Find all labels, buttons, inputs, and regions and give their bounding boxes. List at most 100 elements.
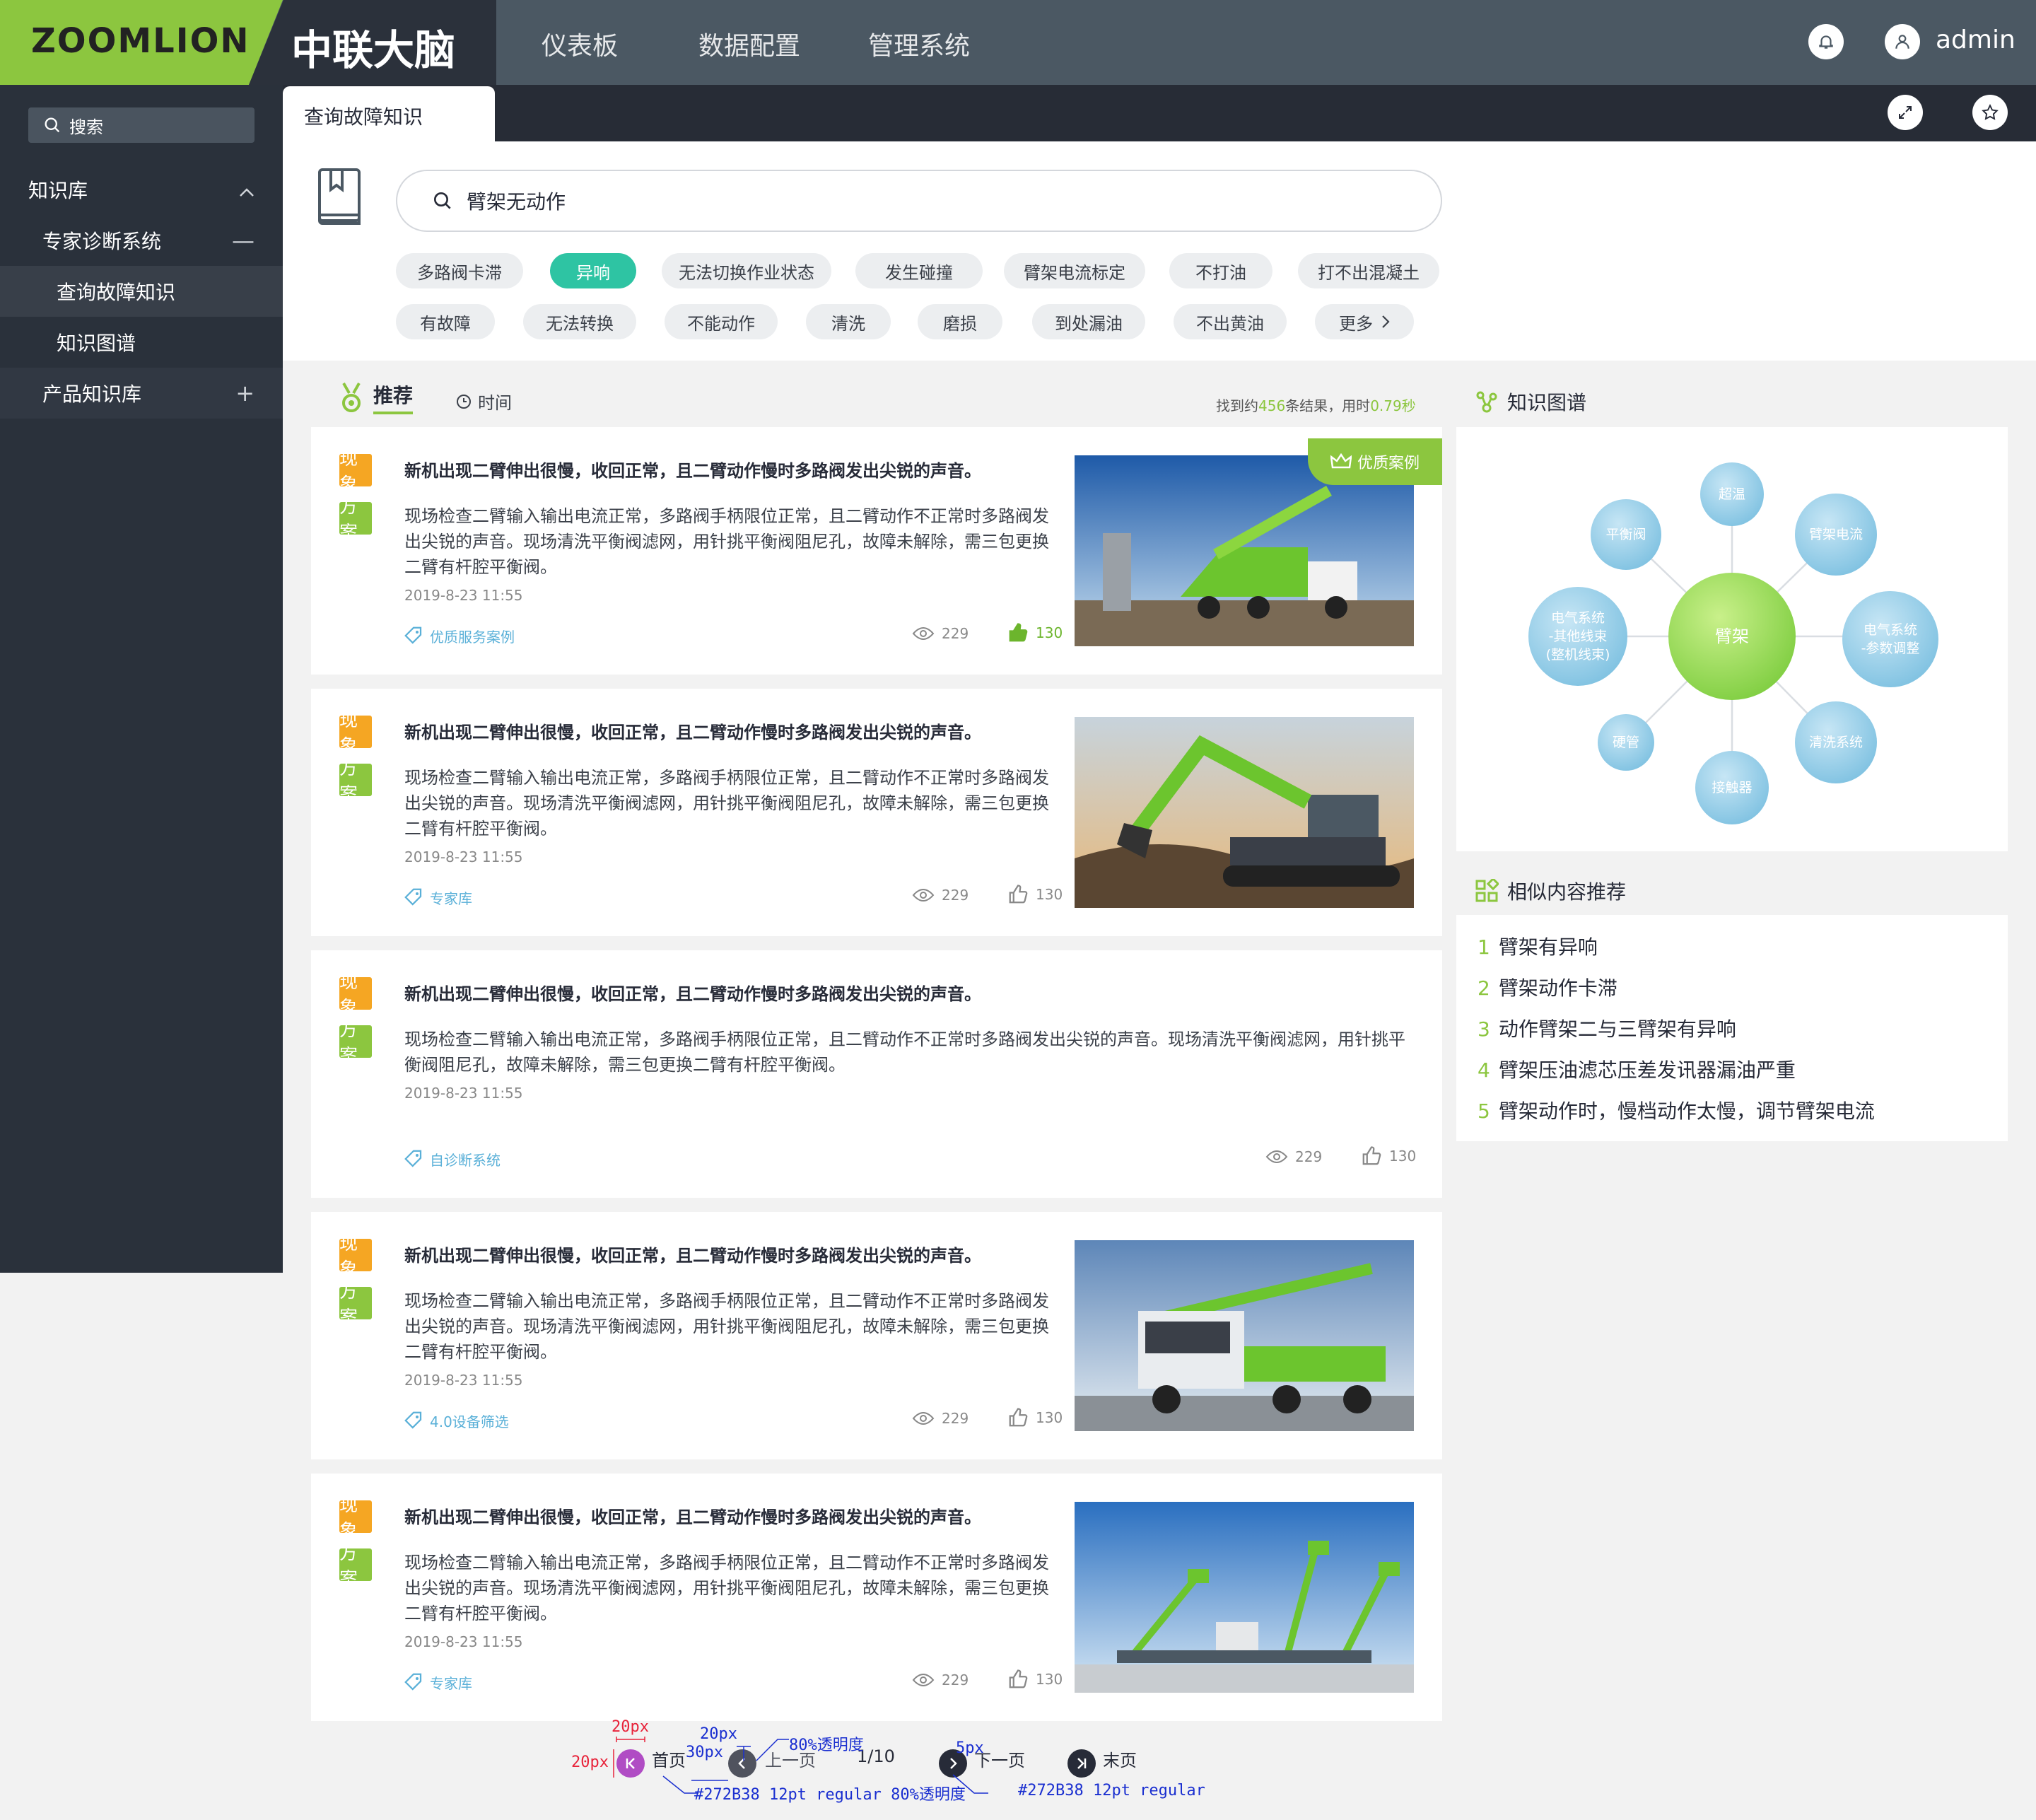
tag-chip[interactable]: 不打油	[1169, 253, 1272, 288]
tag-chip[interactable]: 多路阀卡滞	[396, 253, 523, 288]
tag-chip[interactable]: 不能动作	[665, 304, 778, 339]
sort-recommend[interactable]: 推荐	[339, 380, 414, 414]
like-button[interactable]: 130	[1007, 1407, 1063, 1428]
graph-node[interactable]: 超温	[1700, 462, 1764, 526]
result-card[interactable]: 现象 新机出现二臂伸出很慢，收回正常，且二臂动作慢时多路阀发出尖锐的声音。 方案 现场…	[311, 950, 1442, 1198]
card-date: 2019-8-23 11:55	[404, 1372, 523, 1389]
similar-title: 相似内容推荐	[1507, 880, 1627, 904]
card-title[interactable]: 新机出现二臂伸出很慢，收回正常，且二臂动作慢时多路阀发出尖锐的声音。	[404, 980, 981, 1005]
sidebar-item-knowledge-graph[interactable]: 知识图谱	[0, 317, 283, 368]
graph-node[interactable]: 臂架电流	[1795, 494, 1877, 576]
spec-annotation: 80%透明度	[789, 1737, 864, 1754]
nav-data-config[interactable]: 数据配置	[698, 25, 800, 62]
like-count-value: 130	[1036, 886, 1063, 903]
like-button[interactable]: 130	[1007, 1669, 1063, 1690]
graph-node-center[interactable]: 臂架	[1668, 573, 1796, 700]
card-category-tag[interactable]: 专家库	[403, 887, 472, 908]
result-card[interactable]: 现象 新机出现二臂伸出很慢，收回正常，且二臂动作慢时多路阀发出尖锐的声音。 方案 现场…	[311, 427, 1442, 675]
star-icon[interactable]	[1972, 95, 2008, 130]
eye-icon	[912, 1674, 935, 1686]
graph-node[interactable]: 电气系统 -其他线束 (整机线束)	[1528, 587, 1627, 686]
like-button[interactable]: 130	[1361, 1145, 1416, 1167]
result-card[interactable]: 现象 新机出现二臂伸出很慢，收回正常，且二臂动作慢时多路阀发出尖锐的声音。 方案 现场…	[311, 689, 1442, 936]
tag-chip[interactable]: 不出黄油	[1174, 304, 1287, 339]
fullscreen-icon[interactable]	[1888, 95, 1923, 130]
card-title[interactable]: 新机出现二臂伸出很慢，收回正常，且二臂动作慢时多路阀发出尖锐的声音。	[404, 457, 981, 482]
sidebar-item-expert-diagnosis[interactable]: 专家诊断系统 —	[0, 215, 283, 266]
similar-item[interactable]: 2 臂架动作卡滞	[1478, 973, 1617, 1001]
spec-annotation: 30px	[686, 1744, 723, 1761]
similar-index: 5	[1478, 1099, 1490, 1123]
tag-chip-active[interactable]: 异响	[550, 253, 636, 288]
card-body: 现场检查二臂输入输出电流正常，多路阀手柄限位正常，且二臂动作不正常时多路阀发出尖…	[404, 1291, 1049, 1362]
like-button[interactable]: 130	[1007, 622, 1063, 643]
similar-index: 4	[1478, 1058, 1490, 1082]
graph-icon	[1476, 391, 1497, 413]
similar-item-label: 臂架有异响	[1498, 935, 1598, 959]
similar-index: 3	[1478, 1017, 1490, 1041]
tag-chip[interactable]: 无法转换	[523, 304, 636, 339]
sort-recommend-label: 推荐	[373, 380, 414, 414]
similar-item[interactable]: 1 臂架有异响	[1478, 932, 1598, 960]
nav-admin-system[interactable]: 管理系统	[868, 25, 970, 62]
like-count-value: 130	[1036, 1409, 1063, 1426]
card-image[interactable]	[1075, 1502, 1414, 1693]
sidebar-item-query-fault-knowledge[interactable]: 查询故障知识	[0, 266, 283, 317]
knowledge-graph-title: 知识图谱	[1507, 391, 1587, 414]
card-title[interactable]: 新机出现二臂伸出很慢，收回正常，且二臂动作慢时多路阀发出尖锐的声音。	[404, 1242, 981, 1266]
sidebar-search-input[interactable]: 搜索	[28, 107, 255, 143]
username[interactable]: admin	[1936, 25, 2015, 54]
graph-node[interactable]: 电气系统 -参数调整	[1842, 591, 1938, 687]
notification-bell-icon[interactable]	[1808, 24, 1844, 59]
card-category-label: 4.0设备筛选	[430, 1413, 509, 1430]
similar-index: 2	[1478, 976, 1490, 1000]
like-count-value: 130	[1036, 1671, 1063, 1688]
tag-chip[interactable]: 无法切换作业状态	[662, 253, 831, 288]
like-button[interactable]: 130	[1007, 884, 1063, 905]
tag-chip[interactable]: 打不出混凝土	[1298, 253, 1439, 288]
sidebar-item-product-knowledge[interactable]: 产品知识库 +	[0, 368, 283, 419]
result-card[interactable]: 现象 新机出现二臂伸出很慢，收回正常，且二臂动作慢时多路阀发出尖锐的声音。 方案 现场…	[311, 1212, 1442, 1459]
sort-time[interactable]: 时间	[455, 389, 512, 414]
tag-chip[interactable]: 有故障	[396, 304, 495, 339]
card-title[interactable]: 新机出现二臂伸出很慢，收回正常，且二臂动作慢时多路阀发出尖锐的声音。	[404, 1503, 981, 1528]
view-count: 229	[912, 1410, 969, 1427]
similar-item[interactable]: 4 臂架压油滤芯压差发讯器漏油严重	[1478, 1055, 1796, 1083]
book-icon	[318, 168, 361, 225]
more-tags-button[interactable]: 更多	[1315, 304, 1414, 339]
card-image[interactable]	[1075, 717, 1414, 908]
main-search-input[interactable]: 臂架无动作	[396, 170, 1442, 232]
search-icon	[434, 192, 451, 209]
card-category-tag[interactable]: 4.0设备筛选	[403, 1410, 509, 1431]
view-count-value: 229	[1295, 1148, 1323, 1165]
apps-icon	[1475, 879, 1499, 902]
graph-node[interactable]: 硬管	[1598, 714, 1654, 771]
nav-dashboard[interactable]: 仪表板	[542, 25, 618, 62]
tag-chip[interactable]: 清洗	[806, 304, 891, 339]
chevron-right-icon	[1382, 315, 1390, 328]
tag-chip[interactable]: 磨损	[918, 304, 1002, 339]
spec-annotation: 20px	[571, 1754, 609, 1771]
user-avatar-icon[interactable]	[1885, 24, 1920, 59]
card-category-label: 优质服务案例	[430, 628, 515, 646]
tag-chip[interactable]: 发生碰撞	[855, 253, 983, 288]
brand-logo[interactable]: ZOOMLION	[0, 0, 283, 85]
tab-query-fault-knowledge[interactable]: 查询故障知识	[283, 86, 495, 141]
similar-item[interactable]: 5 臂架动作时，慢档动作太慢，调节臂架电流	[1478, 1096, 1875, 1124]
graph-node[interactable]: 清洗系统	[1795, 701, 1877, 783]
graph-node[interactable]: 平衡阀	[1591, 499, 1661, 570]
sidebar-item-knowledge-base[interactable]: 知识库	[0, 164, 283, 215]
spec-annotation: 20px	[700, 1725, 737, 1743]
tag-chip[interactable]: 臂架电流标定	[1004, 253, 1145, 288]
card-category-tag[interactable]: 优质服务案例	[403, 625, 515, 646]
card-image[interactable]	[1075, 1240, 1414, 1431]
tag-chip[interactable]: 到处漏油	[1032, 304, 1145, 339]
graph-node[interactable]: 接触器	[1695, 751, 1769, 824]
card-date: 2019-8-23 11:55	[404, 1633, 523, 1650]
result-card[interactable]: 现象 新机出现二臂伸出很慢，收回正常，且二臂动作慢时多路阀发出尖锐的声音。 方案 现场…	[311, 1474, 1442, 1721]
similar-item[interactable]: 3 动作臂架二与三臂架有异响	[1478, 1014, 1736, 1042]
card-category-tag[interactable]: 自诊断系统	[403, 1148, 501, 1169]
card-category-tag[interactable]: 专家库	[403, 1672, 472, 1693]
card-title[interactable]: 新机出现二臂伸出很慢，收回正常，且二臂动作慢时多路阀发出尖锐的声音。	[404, 718, 981, 743]
knowledge-graph-header: 知识图谱	[1475, 387, 1586, 416]
